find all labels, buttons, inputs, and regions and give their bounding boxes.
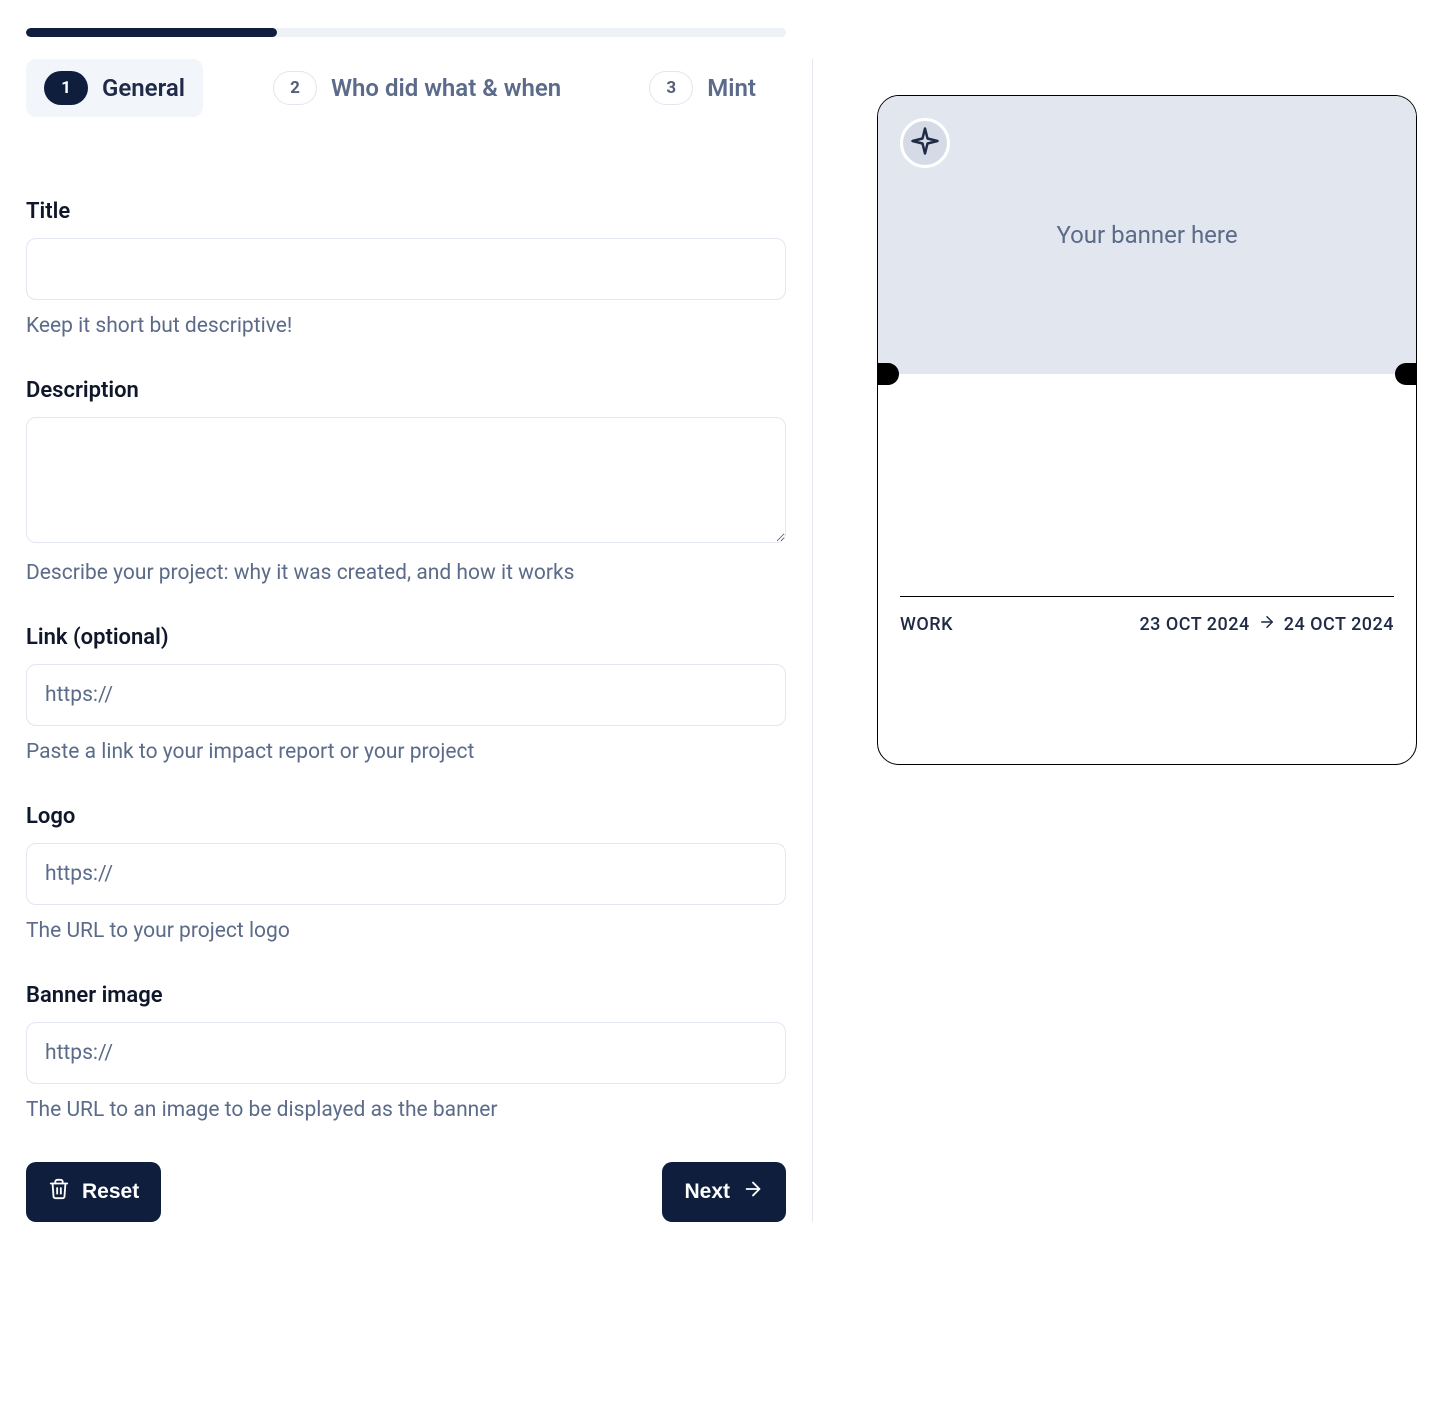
sparkle-icon (910, 126, 940, 160)
preview-divider (900, 596, 1394, 597)
step-number: 2 (273, 71, 317, 105)
preview-banner: Your banner here (878, 96, 1416, 374)
step-who-did-what[interactable]: 2 Who did what & when (255, 59, 579, 117)
step-label: General (102, 74, 185, 102)
title-hint: Keep it short but descriptive! (26, 314, 786, 338)
link-input[interactable] (26, 664, 786, 726)
field-banner: Banner image The URL to an image to be d… (26, 983, 786, 1122)
next-button-label: Next (684, 1180, 730, 1204)
step-label: Who did what & when (331, 74, 561, 102)
field-logo: Logo The URL to your project logo (26, 804, 786, 943)
description-label: Description (26, 378, 786, 403)
logo-label: Logo (26, 804, 786, 829)
progress-fill (26, 28, 277, 37)
ticket-notch-right (1395, 363, 1417, 385)
step-mint[interactable]: 3 Mint (631, 59, 774, 117)
link-hint: Paste a link to your impact report or yo… (26, 740, 786, 764)
link-label: Link (optional) (26, 625, 786, 650)
trash-icon (48, 1178, 70, 1206)
preview-logo-badge (900, 118, 950, 168)
progress-bar (26, 28, 786, 37)
banner-placeholder-text: Your banner here (1056, 221, 1237, 249)
arrow-right-icon (742, 1178, 764, 1206)
title-input[interactable] (26, 238, 786, 300)
field-title: Title Keep it short but descriptive! (26, 199, 786, 338)
banner-label: Banner image (26, 983, 786, 1008)
preview-tag: WORK (900, 614, 953, 635)
date-from: 23 OCT 2024 (1139, 614, 1249, 635)
banner-input[interactable] (26, 1022, 786, 1084)
next-button[interactable]: Next (662, 1162, 786, 1222)
preview-dates: 23 OCT 2024 24 OCT 2024 (1139, 613, 1394, 636)
banner-hint: The URL to an image to be displayed as t… (26, 1098, 786, 1122)
field-description: Description Describe your project: why i… (26, 378, 786, 585)
step-label: Mint (707, 74, 756, 102)
step-number: 1 (44, 71, 88, 105)
preview-card: Your banner here WORK 23 OCT 2024 (877, 95, 1417, 765)
step-number: 3 (649, 71, 693, 105)
date-to: 24 OCT 2024 (1284, 614, 1394, 635)
title-label: Title (26, 199, 786, 224)
arrow-right-icon (1258, 613, 1276, 636)
field-link: Link (optional) Paste a link to your imp… (26, 625, 786, 764)
reset-button-label: Reset (82, 1180, 139, 1204)
description-input[interactable] (26, 417, 786, 543)
description-hint: Describe your project: why it was create… (26, 561, 786, 585)
step-nav: 1 General 2 Who did what & when 3 Mint (26, 59, 786, 117)
step-general[interactable]: 1 General (26, 59, 203, 117)
logo-hint: The URL to your project logo (26, 919, 786, 943)
ticket-notch-left (877, 363, 899, 385)
reset-button[interactable]: Reset (26, 1162, 161, 1222)
logo-input[interactable] (26, 843, 786, 905)
